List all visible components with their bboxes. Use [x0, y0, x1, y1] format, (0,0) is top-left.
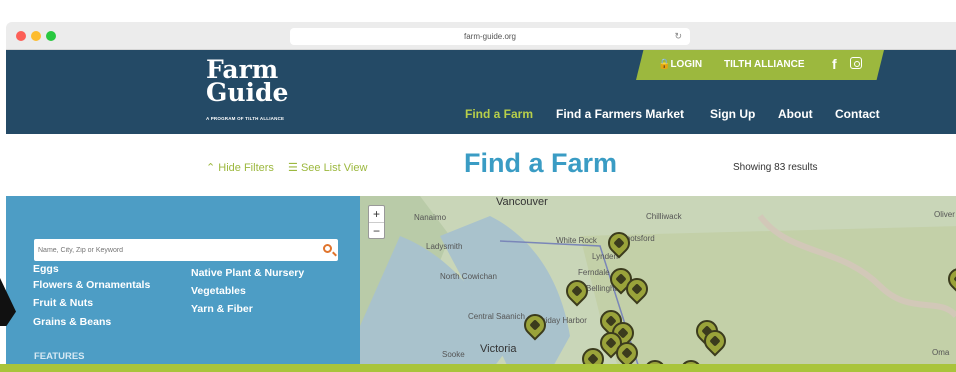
map-label: Chilliwack [646, 212, 682, 221]
search-field[interactable] [34, 239, 338, 262]
nav-contact[interactable]: Contact [835, 107, 880, 121]
map-label: Ladysmith [426, 242, 463, 251]
logo-line-2: Guide [206, 78, 289, 107]
instagram-icon[interactable] [850, 57, 862, 69]
map-label: Ferndale [578, 268, 610, 277]
maximize-window-icon[interactable] [46, 31, 56, 41]
login-link[interactable]: 🔒LOGIN [658, 59, 702, 70]
utility-bar: 🔒LOGIN TILTH ALLIANCE f [636, 50, 884, 80]
zoom-out-button[interactable]: − [369, 222, 384, 238]
map-label: White Rock [556, 236, 597, 245]
results-count: Showing 83 results [733, 162, 818, 173]
map-terrain [360, 196, 956, 372]
close-window-icon[interactable] [16, 31, 26, 41]
category-yarn-fiber[interactable]: Yarn & Fiber [191, 303, 253, 315]
map-label: Central Saanich [468, 312, 525, 321]
map-label: Oliver [934, 210, 955, 219]
map-label: Oma [932, 348, 950, 357]
nav-about[interactable]: About [778, 107, 813, 121]
site-header: Farm Guide A PROGRAM OF TILTH ALLIANCE 🔒… [6, 50, 956, 134]
category-fruit-nuts[interactable]: Fruit & Nuts [33, 297, 93, 309]
minimize-window-icon[interactable] [31, 31, 41, 41]
hide-filters-button[interactable]: ⌃ Hide Filters [206, 161, 274, 174]
results-toolbar: ⌃ Hide Filters ☰ See List View Find a Fa… [6, 134, 956, 196]
category-vegetables[interactable]: Vegetables [191, 285, 246, 297]
nav-sign-up[interactable]: Sign Up [710, 107, 755, 121]
list-icon: ☰ [288, 162, 298, 174]
features-heading: FEATURES [34, 351, 85, 362]
search-icon[interactable] [323, 244, 332, 253]
nav-find-a-farm[interactable]: Find a Farm [465, 107, 533, 121]
address-bar[interactable]: farm-guide.org ↻ [290, 28, 690, 45]
map-label: North Cowichan [440, 272, 497, 281]
reload-icon[interactable]: ↻ [674, 28, 682, 45]
nav-find-a-farmers-market[interactable]: Find a Farmers Market [556, 107, 684, 121]
see-list-view-button[interactable]: ☰ See List View [288, 161, 367, 174]
filter-sidebar: Eggs Flowers & Ornamentals Fruit & Nuts … [6, 196, 360, 372]
browser-toolbar: farm-guide.org ↻ [6, 22, 956, 50]
map-zoom-control: + − [368, 205, 385, 239]
map-label: Sooke [442, 350, 465, 359]
facebook-icon[interactable]: f [832, 56, 837, 72]
zoom-in-button[interactable]: + [369, 206, 384, 222]
category-eggs[interactable]: Eggs [33, 263, 59, 275]
address-bar-url: farm-guide.org [463, 32, 517, 41]
logo-tagline: A PROGRAM OF TILTH ALLIANCE [206, 116, 285, 121]
category-grains-beans[interactable]: Grains & Beans [33, 316, 111, 328]
map-label: Vancouver [496, 196, 548, 208]
category-native-plant-nursery[interactable]: Native Plant & Nursery [191, 267, 304, 279]
footer-bar [0, 364, 956, 372]
farm-map[interactable]: + − Vancouver Nanaimo Chilliwack Ladysmi… [360, 196, 956, 372]
tilth-alliance-link[interactable]: TILTH ALLIANCE [724, 59, 805, 70]
category-flowers-ornamentals[interactable]: Flowers & Ornamentals [33, 279, 150, 291]
map-label: Nanaimo [414, 213, 447, 222]
lock-icon: 🔒 [658, 59, 671, 70]
search-input[interactable] [34, 239, 304, 262]
chevron-up-icon: ⌃ [206, 162, 216, 174]
page-title: Find a Farm [464, 148, 618, 178]
farm-guide-logo[interactable]: Farm Guide A PROGRAM OF TILTH ALLIANCE [206, 57, 289, 130]
map-label: Victoria [480, 343, 517, 355]
